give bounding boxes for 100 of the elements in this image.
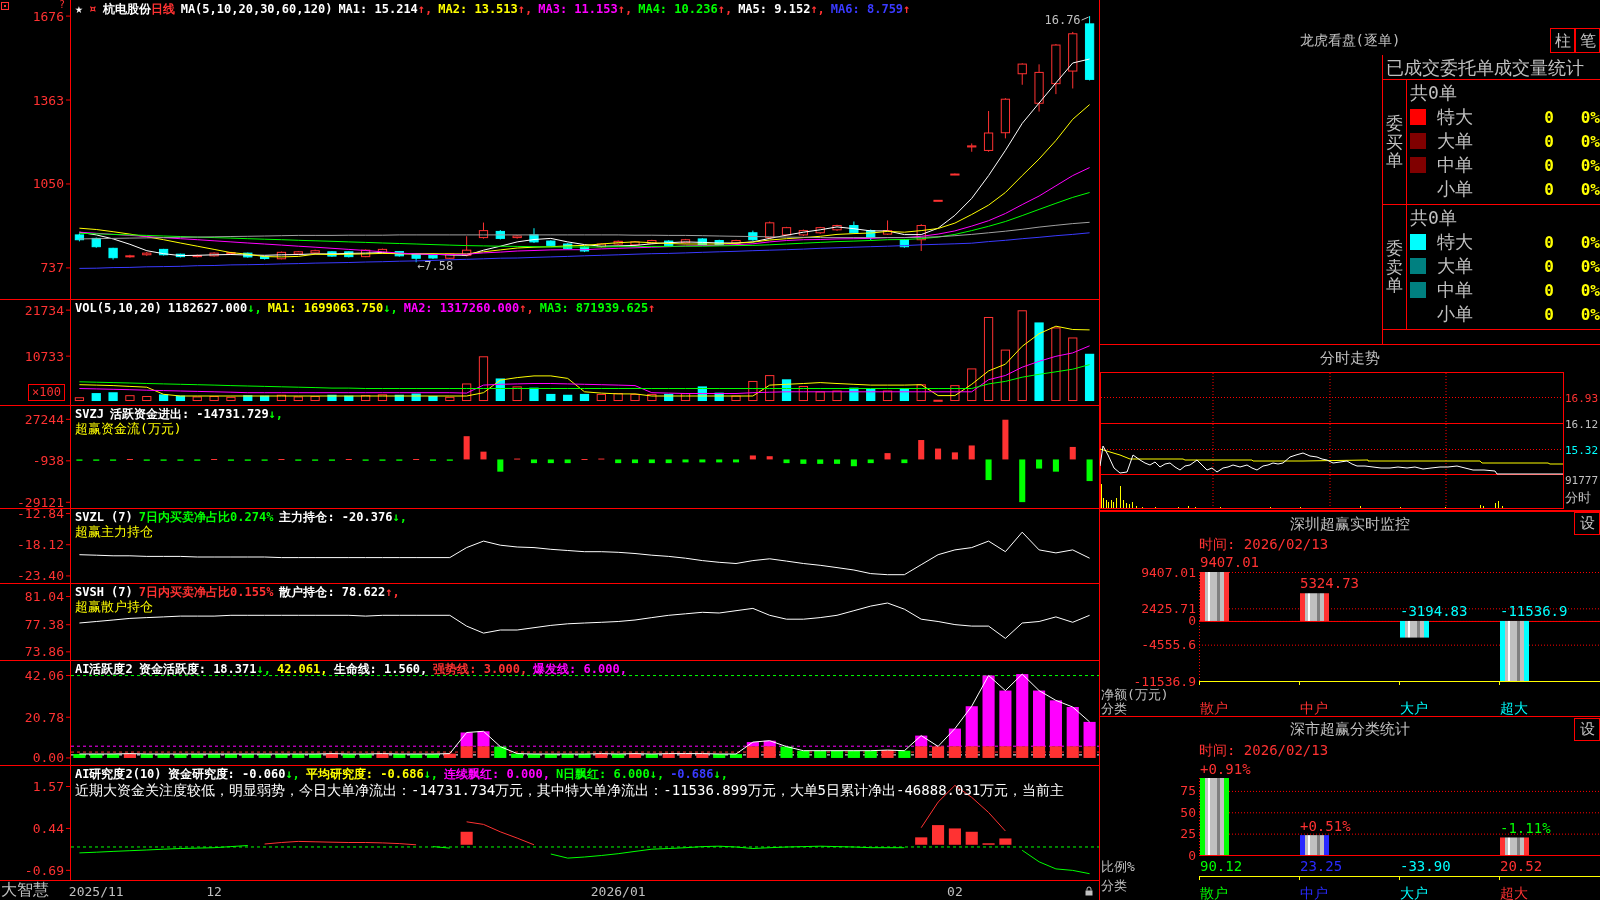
trend-arrow: ↑,: [519, 301, 534, 315]
legend-label: MA1: 15.214: [338, 2, 418, 16]
axis-label: 73.86: [24, 644, 64, 660]
order-count: 0: [1543, 280, 1555, 300]
legend-label: 生命线: 1.560,: [333, 662, 428, 676]
axis-label: 81.04: [24, 589, 64, 605]
axis-label: 1363: [32, 92, 64, 108]
legend-label: 7日内买卖净占比0.274%: [138, 510, 274, 524]
axis-label: 25: [1180, 826, 1196, 842]
axis-title: 分类: [1101, 701, 1127, 716]
axis-label: 1050: [32, 176, 64, 192]
trend-arrow: ↑: [648, 301, 656, 315]
trend-arrow: ↓,: [383, 301, 398, 315]
axis-label: 77.38: [24, 617, 64, 633]
order-count: 0: [1543, 256, 1555, 276]
price-label: 15.32: [1565, 443, 1599, 457]
group-label: 委买单: [1386, 113, 1403, 171]
axis-label: -11536.9: [1133, 673, 1196, 689]
trend-arrow: ↑,: [517, 2, 533, 16]
price-label: ←7.58: [417, 259, 454, 274]
axis-label: 42.06: [24, 668, 64, 684]
legend-label: 42.061,: [276, 662, 328, 676]
legend-label: 主力持仓: -20.376: [279, 510, 393, 524]
legend-label: MA3: 871939.625: [539, 301, 649, 315]
order-size-label: 中单: [1437, 154, 1474, 176]
axis-label: 21734: [24, 302, 64, 318]
category-label: 散户: [1200, 700, 1228, 716]
value-label: -33.90: [1400, 858, 1451, 874]
trend-arrow: ↓,: [392, 510, 407, 524]
order-size-label: 小单: [1437, 303, 1474, 325]
group-total: 共0单: [1410, 207, 1457, 228]
chart-title: 分时走势: [1320, 349, 1380, 367]
legend-label: MA3: 11.153: [538, 2, 618, 16]
order-share: 0%: [1579, 256, 1600, 276]
chart-subtitle: 时间: 2026/02/13: [1199, 742, 1329, 758]
axis-label: -18.12: [17, 537, 64, 553]
indicator-caption: 超赢散户持仓: [75, 599, 154, 614]
legend-label: 7日内买卖净占比0.155%: [138, 585, 274, 599]
axis-label: 50: [1180, 804, 1196, 820]
trend-arrow: ↓,: [285, 767, 300, 781]
legend-label: MA(5,10,20,30,60,120): [180, 2, 333, 16]
chart-subtitle: 时间: 2026/02/13: [1199, 536, 1329, 552]
category-label: 大户: [1400, 885, 1428, 900]
chart-title: 深圳超赢实时监控: [1290, 513, 1410, 534]
panel-title: 龙虎看盘(逐单): [1299, 31, 1401, 50]
trend-arrow: ↑,: [385, 585, 400, 599]
legend-label: MA6: 8.759: [830, 2, 904, 16]
legend-label: 资金活跃度: 18.371: [138, 662, 257, 676]
order-share: 0%: [1579, 304, 1600, 324]
axis-label: 10733: [24, 348, 64, 364]
order-count: 0: [1543, 304, 1555, 324]
legend-label: ★: [75, 2, 83, 16]
order-size-label: 大单: [1437, 130, 1474, 152]
legend-label: 杭电股份: [102, 2, 151, 16]
legend-label: N日飘红: 6.000: [555, 767, 650, 781]
trend-arrow: ↑,: [617, 2, 633, 16]
axis-label: -938: [32, 453, 64, 469]
category-label: 散户: [1200, 885, 1228, 900]
legend-label: SVZJ: [75, 407, 104, 421]
trend-arrow: ↓,: [649, 767, 665, 781]
value-label: 5324.73: [1300, 575, 1359, 592]
order-size-label: 特大: [1437, 106, 1474, 128]
group-label: 委卖单: [1386, 238, 1403, 296]
legend-label: MA1: 1699063.750: [267, 301, 384, 315]
legend-label: ¤: [88, 2, 97, 16]
order-size-label: 中单: [1437, 279, 1474, 301]
order-count: 0: [1543, 131, 1555, 151]
order-size-label: 特大: [1437, 231, 1474, 253]
legend-label: VOL(5,10,20): [75, 301, 162, 315]
order-count: 0: [1543, 155, 1555, 175]
indicator-caption: 超赢主力持仓: [75, 524, 154, 539]
axis-label: 0: [1188, 613, 1196, 629]
unit-label: ×100: [28, 384, 65, 401]
legend-label: 平均研究度: -0.686: [305, 767, 424, 781]
axis-label: 20.78: [24, 709, 64, 725]
axis-label: 9407.01: [1141, 564, 1196, 580]
table-title: 已成交委托单成交量统计: [1383, 55, 1600, 80]
legend-label: 日线: [150, 2, 175, 16]
date-label: 02: [947, 884, 963, 899]
legend-label: -0.686: [670, 767, 714, 781]
axis-label: 0: [1188, 847, 1196, 863]
legend-label: AI活跃度2: [75, 662, 133, 676]
value-label: 90.12: [1200, 858, 1243, 874]
date-label: 2025/11: [68, 884, 124, 899]
axis-label: 27244: [24, 411, 64, 427]
legend-label: MA2: 1317260.000: [403, 301, 520, 315]
category-label: 中户: [1300, 885, 1328, 900]
axis-label: 737: [40, 260, 64, 276]
order-count: 0: [1543, 232, 1555, 252]
order-share: 0%: [1579, 232, 1600, 252]
legend-label: MA5: 9.152: [738, 2, 811, 16]
axis-title: 分类: [1101, 878, 1127, 893]
axis-label: 0.44: [32, 820, 64, 836]
change-label: +0.51%: [1300, 818, 1351, 835]
chart-title: 深市超赢分类统计: [1290, 719, 1410, 739]
category-label: 大户: [1400, 700, 1428, 716]
legend-label: 散户持仓: 78.622: [279, 585, 386, 599]
category-label: 超大: [1500, 885, 1528, 900]
order-count: 0: [1543, 107, 1555, 127]
trend-arrow: ↓,: [256, 662, 271, 676]
